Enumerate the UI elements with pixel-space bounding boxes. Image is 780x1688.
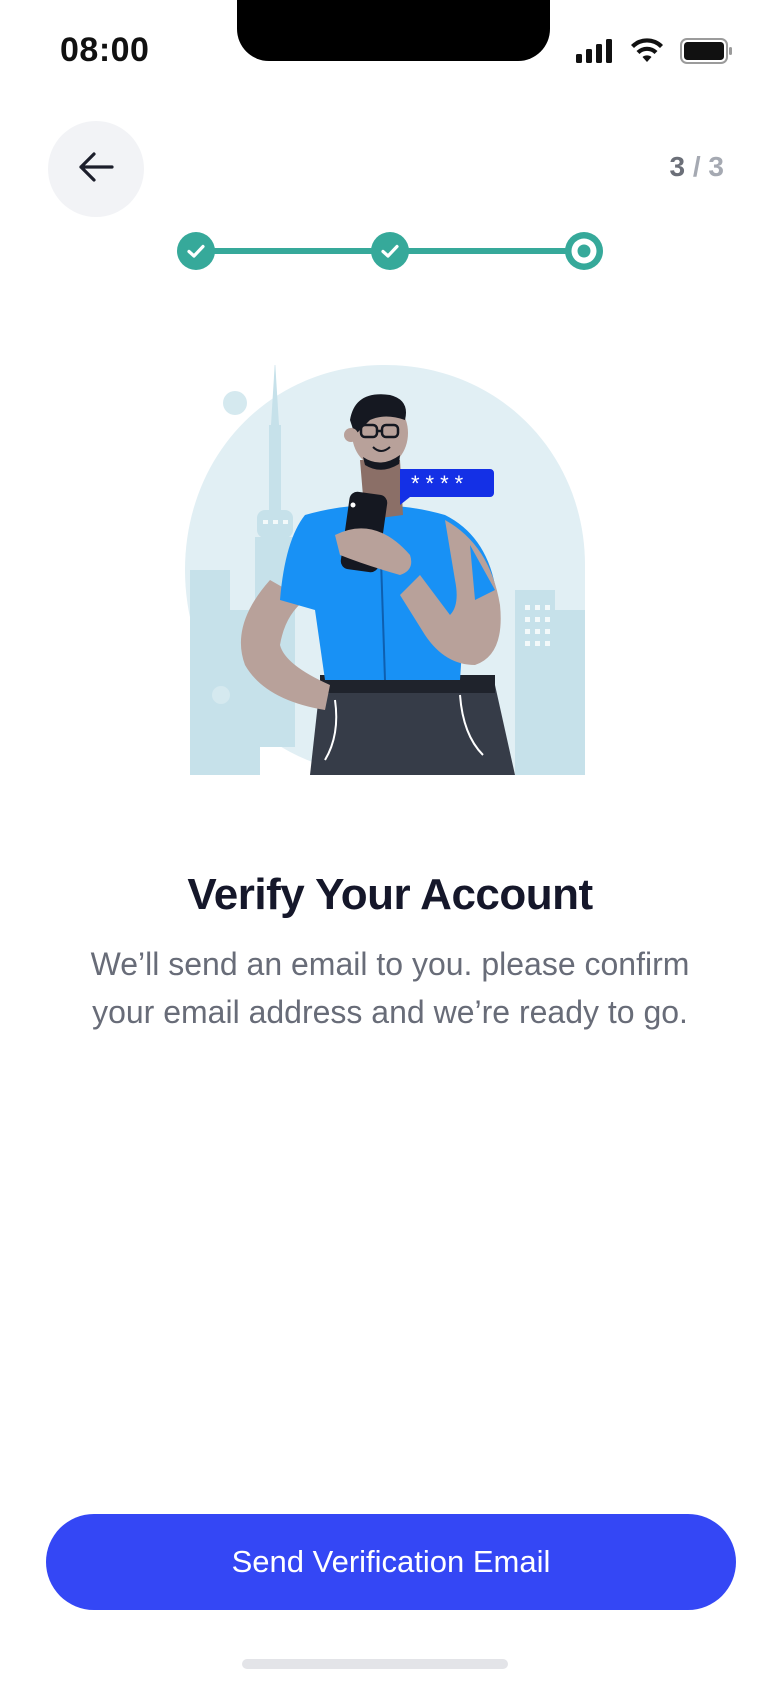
step-total: 3 (708, 151, 724, 182)
home-indicator (242, 1659, 508, 1669)
status-time: 08:00 (60, 31, 150, 69)
page-description: We’ll send an email to you. please confi… (90, 946, 690, 1030)
bubble-password-text: **** (411, 471, 469, 496)
step-current: 3 (669, 151, 686, 182)
device-notch (237, 0, 550, 61)
step-2-complete (371, 232, 409, 270)
status-icons (576, 38, 734, 69)
page-title: Verify Your Account (187, 870, 593, 919)
cellular-signal-icon (576, 39, 614, 68)
step-progress (176, 231, 604, 271)
wifi-icon (630, 38, 664, 69)
arrow-left-icon (78, 151, 114, 188)
status-bar: 08:00 (0, 0, 780, 110)
step-counter: 3 / 3 (670, 151, 725, 183)
verify-account-screen: 08:00 3 / 3 **** Verify Your Account We’… (0, 0, 780, 1688)
step-separator: / (692, 151, 701, 182)
ring-icon (577, 244, 591, 258)
battery-icon (680, 38, 734, 69)
send-verification-email-button[interactable]: Send Verification Email (46, 1514, 736, 1610)
back-button[interactable] (48, 121, 144, 217)
verification-illustration: **** (185, 360, 595, 775)
step-3-current (565, 232, 603, 270)
step-1-complete (177, 232, 215, 270)
